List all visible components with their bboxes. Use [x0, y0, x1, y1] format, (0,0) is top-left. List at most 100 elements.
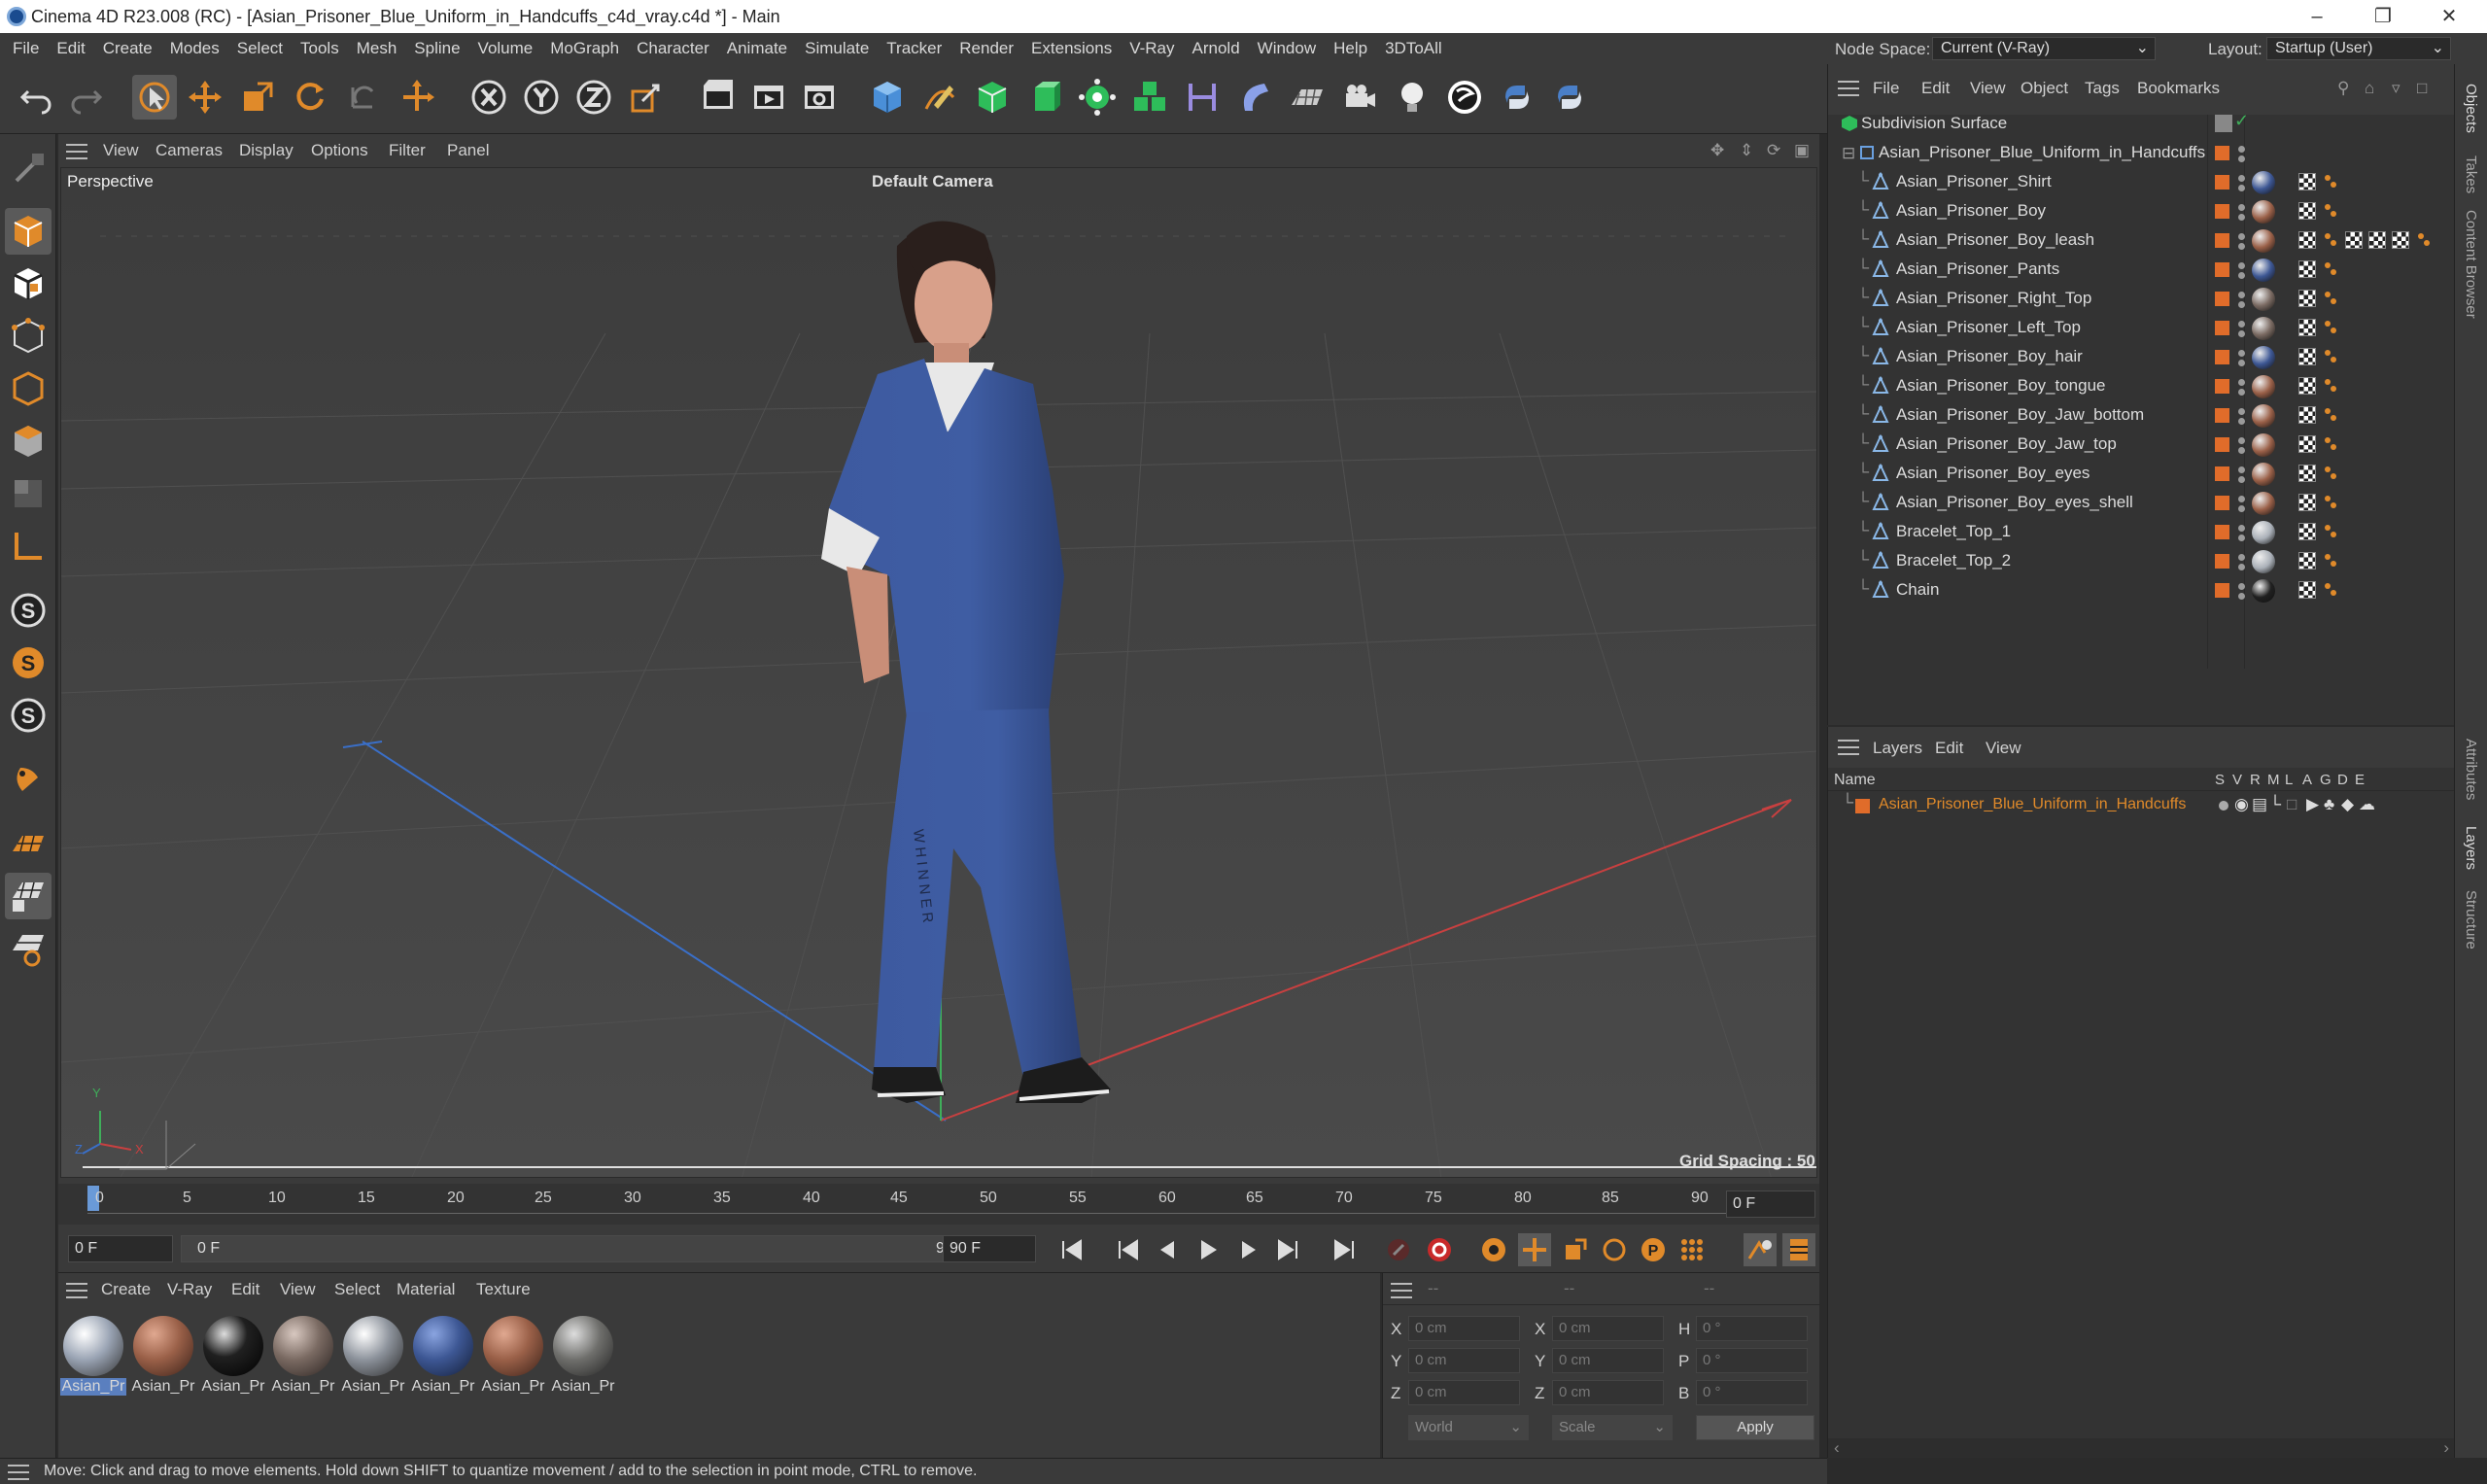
render-visibility-dot[interactable] — [2238, 272, 2245, 279]
layer-menu-layers[interactable]: Layers — [1873, 739, 1922, 758]
light-icon[interactable] — [1390, 75, 1434, 120]
layer-color-swatch[interactable] — [2215, 262, 2229, 277]
render-visibility-dot[interactable] — [2238, 360, 2245, 366]
key-rotation-icon[interactable] — [1598, 1233, 1631, 1266]
field-icon[interactable] — [1232, 75, 1277, 120]
vray-tag-icon[interactable] — [2322, 377, 2339, 395]
mat-menu-view[interactable]: View — [280, 1280, 316, 1299]
end-frame-field[interactable]: 90 F — [943, 1235, 1036, 1262]
camera-icon[interactable] — [1337, 75, 1382, 120]
menu-extensions[interactable]: Extensions — [1031, 33, 1112, 64]
vray-tag-icon[interactable] — [2322, 260, 2339, 278]
coord-scale-dropdown[interactable]: Scale ⌄ — [1552, 1415, 1673, 1440]
solo-icon[interactable] — [2219, 801, 2228, 811]
layer-menu-edit[interactable]: Edit — [1935, 739, 1963, 758]
vray-logo-icon[interactable] — [1442, 75, 1487, 120]
workplane-icon[interactable] — [5, 523, 52, 569]
layer-color-swatch[interactable] — [2215, 321, 2229, 335]
hamburger-icon[interactable] — [1838, 81, 1859, 96]
animation-icon[interactable]: ▶ — [2306, 795, 2319, 814]
layer-color-swatch[interactable] — [2215, 350, 2229, 364]
mat-menu-select[interactable]: Select — [334, 1280, 380, 1299]
deformers-icon[interactable]: ◆ — [2341, 795, 2354, 814]
menu-help[interactable]: Help — [1333, 33, 1367, 64]
coord-size-z-field[interactable]: 0 cm — [1552, 1380, 1664, 1405]
object-row[interactable]: └ Asian_Prisoner_Boy_eyes_shell — [1828, 488, 2455, 517]
material-tag-icon[interactable] — [2252, 229, 2275, 253]
render-visibility-dot[interactable] — [2238, 214, 2245, 221]
object-row[interactable]: └ Asian_Prisoner_Boy_tongue — [1828, 371, 2455, 400]
material-tag-icon[interactable] — [2252, 492, 2275, 515]
autokeying-icon[interactable] — [1423, 1233, 1456, 1266]
recent-tools-icon[interactable] — [340, 75, 385, 120]
uvw-tag-icon[interactable] — [2298, 435, 2316, 453]
minimize-icon[interactable]: – — [2288, 0, 2346, 33]
object-row[interactable]: └ Asian_Prisoner_Boy — [1828, 196, 2455, 225]
uvw-tag-icon[interactable] — [2298, 348, 2316, 365]
editor-visibility-dot[interactable] — [2238, 379, 2245, 386]
key-pla-icon[interactable] — [1675, 1233, 1709, 1266]
obj-menu-view[interactable]: View — [1970, 79, 2006, 98]
point-mode-icon[interactable] — [5, 313, 52, 360]
layer-color-swatch[interactable] — [2215, 554, 2229, 569]
timeline-window-icon[interactable] — [1782, 1233, 1815, 1266]
uvw-tag-icon[interactable] — [2298, 377, 2316, 395]
key-scale-icon[interactable] — [1559, 1233, 1592, 1266]
layer-color-swatch[interactable] — [2215, 583, 2229, 598]
vp-menu-cameras[interactable]: Cameras — [155, 141, 223, 160]
horizontal-scrollbar[interactable]: ‹ › — [1828, 1438, 2455, 1458]
object-row[interactable]: └ Asian_Prisoner_Boy_eyes — [1828, 459, 2455, 488]
menu-3dtoall[interactable]: 3DToAll — [1385, 33, 1442, 64]
go-to-end-icon[interactable] — [1328, 1233, 1361, 1266]
mat-menu-vray[interactable]: V-Ray — [167, 1280, 212, 1299]
grid-rotate-icon[interactable] — [5, 925, 52, 972]
edge-mode-icon[interactable] — [5, 365, 52, 412]
make-editable-icon[interactable] — [5, 146, 52, 192]
polygon-mode-icon[interactable] — [5, 418, 52, 465]
layer-color-swatch[interactable] — [2215, 233, 2229, 248]
vray-tag-icon[interactable] — [2322, 465, 2339, 482]
editor-visibility-dot[interactable] — [2238, 146, 2245, 153]
menu-mograph[interactable]: MoGraph — [550, 33, 619, 64]
vray-tag-icon[interactable] — [2322, 202, 2339, 220]
visibility-toggle-icon[interactable] — [2215, 115, 2232, 132]
uvw-tag-icon[interactable] — [2368, 231, 2386, 249]
z-axis-lock-icon[interactable] — [571, 75, 616, 120]
layer-color-swatch[interactable] — [2215, 292, 2229, 306]
material-tag-icon[interactable] — [2252, 346, 2275, 369]
material-item[interactable]: Asian_Pr — [200, 1314, 266, 1401]
rotate-tool-icon[interactable] — [288, 75, 332, 120]
expressions-icon[interactable]: ☁ — [2359, 795, 2375, 814]
render-visibility-dot[interactable] — [2238, 593, 2245, 600]
editor-visibility-dot[interactable] — [2238, 496, 2245, 502]
object-row[interactable]: └ Asian_Prisoner_Boy_Jaw_top — [1828, 430, 2455, 459]
previous-frame-icon[interactable] — [1151, 1233, 1184, 1266]
menu-mesh[interactable]: Mesh — [357, 33, 397, 64]
vray-tag-icon[interactable] — [2322, 173, 2339, 190]
render-settings-icon[interactable] — [797, 75, 842, 120]
object-row[interactable]: └ Asian_Prisoner_Right_Top — [1828, 284, 2455, 313]
menu-edit[interactable]: Edit — [56, 33, 85, 64]
coord-size-x-field[interactable]: 0 cm — [1552, 1316, 1664, 1341]
editor-visibility-dot[interactable] — [2238, 408, 2245, 415]
home-icon[interactable]: ⌂ — [2365, 79, 2374, 98]
editor-visibility-dot[interactable] — [2238, 554, 2245, 561]
enabled-check-icon[interactable]: ✓ — [2234, 111, 2249, 131]
layer-color-swatch[interactable] — [2215, 204, 2229, 219]
menu-window[interactable]: Window — [1258, 33, 1316, 64]
coord-rot-b-field[interactable]: 0 ° — [1696, 1380, 1808, 1405]
new-window-icon[interactable]: □ — [2417, 79, 2427, 98]
material-item[interactable]: Asian_Pr — [340, 1314, 406, 1401]
menu-create[interactable]: Create — [103, 33, 153, 64]
vp-menu-filter[interactable]: Filter — [389, 141, 426, 160]
vray-tag-icon[interactable] — [2322, 231, 2339, 249]
vray-tag-icon[interactable] — [2322, 348, 2339, 365]
current-frame-field[interactable]: 0 F — [1726, 1191, 1815, 1218]
uvw-tag-icon[interactable] — [2298, 173, 2316, 190]
cube-object-icon[interactable] — [865, 75, 910, 120]
close-icon[interactable]: ✕ — [2420, 0, 2478, 33]
render-visibility-dot[interactable] — [2238, 505, 2245, 512]
menu-vray[interactable]: V-Ray — [1129, 33, 1174, 64]
eye-icon[interactable]: ◉ — [2234, 795, 2249, 814]
render-view-icon[interactable] — [696, 75, 741, 120]
